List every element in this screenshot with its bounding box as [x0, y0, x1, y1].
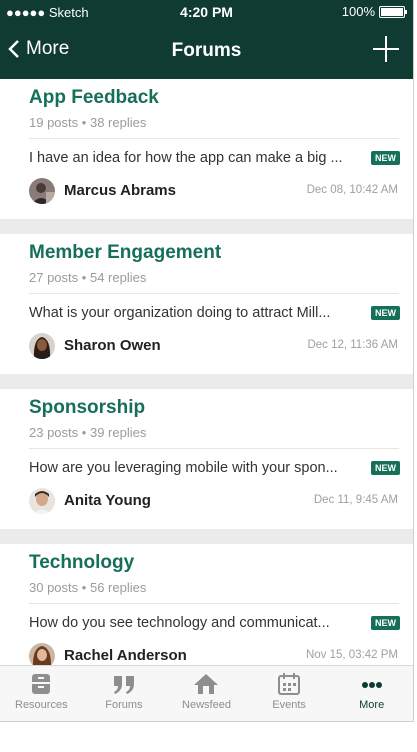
new-badge: NEW — [371, 616, 400, 630]
page-title: Forums — [171, 40, 242, 61]
post-date: Dec 12, 11:36 AM — [307, 339, 398, 351]
reply-count: 38 replies — [89, 115, 147, 130]
reply-count: 39 replies — [89, 425, 147, 440]
meta-separator: • — [81, 270, 87, 285]
tab-label: Events — [272, 699, 306, 711]
home-icon — [194, 674, 219, 694]
battery-indicator: 100% — [341, 4, 407, 19]
divider — [29, 293, 399, 294]
tab-forums[interactable]: Forums — [83, 666, 166, 721]
forum-meta: 19 posts • 38 replies — [29, 115, 146, 130]
avatar — [29, 178, 55, 204]
post-date: Nov 15, 03:42 PM — [305, 649, 398, 661]
phone-screen: ●●●●● Sketch 4:20 PM 100% More Forums Ap… — [0, 0, 414, 722]
post-date: Dec 08, 10:42 AM — [306, 184, 398, 196]
forum-card[interactable]: App Feedback 19 posts • 38 replies I hav… — [0, 79, 413, 219]
tab-events[interactable]: Events — [248, 666, 331, 721]
battery-percent: 100% — [341, 4, 375, 19]
meta-separator: • — [81, 580, 87, 595]
forum-list: App Feedback 19 posts • 38 replies I hav… — [0, 79, 413, 699]
author-name: Rachel Anderson — [64, 647, 187, 664]
resources-icon — [32, 674, 51, 694]
forum-title: Sponsorship — [29, 397, 146, 418]
meta-separator: • — [81, 425, 87, 440]
divider — [29, 138, 399, 139]
post-snippet[interactable]: How do you see technology and communicat… — [29, 615, 364, 631]
battery-icon — [379, 5, 407, 18]
post-count: 19 posts — [29, 115, 79, 130]
new-badge: NEW — [371, 461, 400, 475]
reply-count: 54 replies — [89, 270, 147, 285]
tab-resources[interactable]: Resources — [0, 666, 83, 721]
author-name: Marcus Abrams — [64, 182, 176, 199]
divider — [29, 603, 399, 604]
avatar — [29, 333, 55, 359]
post-date: Dec 11, 9:45 AM — [313, 494, 398, 506]
tab-label: Resources — [15, 699, 68, 711]
divider — [29, 448, 399, 449]
new-badge: NEW — [371, 151, 400, 165]
more-dots-icon — [361, 682, 382, 688]
forum-title: Member Engagement — [29, 242, 222, 263]
forum-card[interactable]: Technology 30 posts • 56 replies How do … — [0, 544, 413, 684]
post-snippet[interactable]: How are you leveraging mobile with your … — [29, 460, 364, 476]
forum-meta: 23 posts • 39 replies — [29, 425, 146, 440]
quote-icon — [113, 676, 134, 694]
post-count: 23 posts — [29, 425, 79, 440]
tab-label: More — [359, 699, 385, 711]
nav-bar: More Forums — [0, 28, 413, 78]
author-name: Anita Young — [64, 492, 151, 509]
avatar — [29, 488, 55, 514]
tab-label: Forums — [105, 699, 143, 711]
tab-more[interactable]: More — [330, 666, 413, 721]
post-count: 27 posts — [29, 270, 79, 285]
forum-card[interactable]: Sponsorship 23 posts • 39 replies How ar… — [0, 389, 413, 529]
tab-newsfeed[interactable]: Newsfeed — [165, 666, 248, 721]
tab-label: Newsfeed — [182, 699, 231, 711]
status-bar: ●●●●● Sketch 4:20 PM 100% — [0, 0, 413, 26]
post-snippet[interactable]: I have an idea for how the app can make … — [29, 150, 364, 166]
reply-count: 56 replies — [89, 580, 147, 595]
new-badge: NEW — [371, 306, 400, 320]
calendar-icon — [278, 673, 301, 695]
tab-bar: Resources Forums Newsfeed Events More — [0, 665, 413, 721]
forum-card[interactable]: Member Engagement 27 posts • 54 replies … — [0, 234, 413, 374]
forum-title: Technology — [29, 552, 135, 573]
header: ●●●●● Sketch 4:20 PM 100% More Forums — [0, 0, 413, 79]
forum-meta: 27 posts • 54 replies — [29, 270, 146, 285]
meta-separator: • — [81, 115, 87, 130]
forum-title: App Feedback — [29, 87, 159, 108]
post-snippet[interactable]: What is your organization doing to attra… — [29, 305, 364, 321]
post-count: 30 posts — [29, 580, 79, 595]
forum-meta: 30 posts • 56 replies — [29, 580, 146, 595]
author-name: Sharon Owen — [64, 337, 161, 354]
add-icon[interactable] — [373, 36, 399, 62]
